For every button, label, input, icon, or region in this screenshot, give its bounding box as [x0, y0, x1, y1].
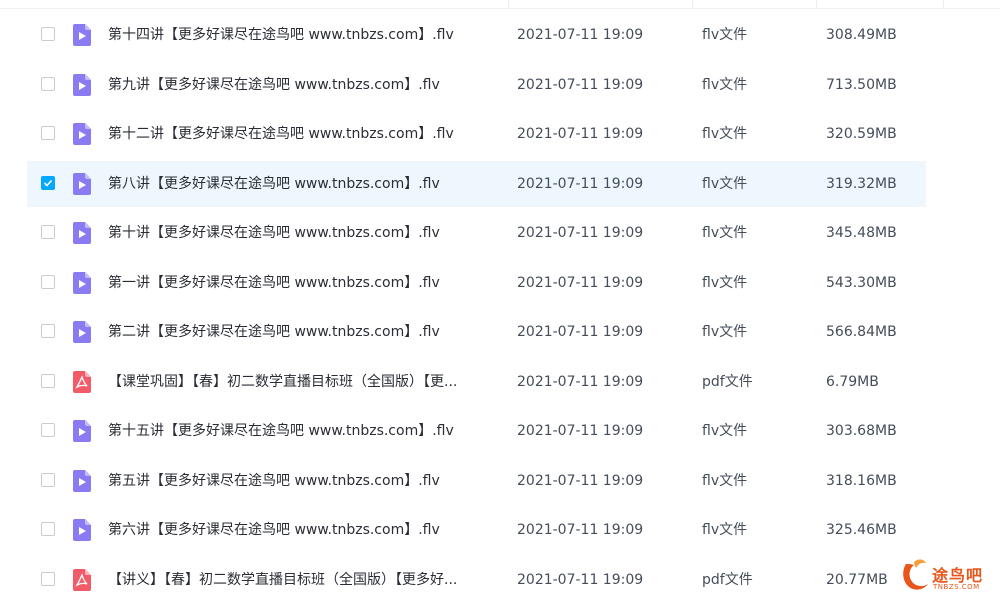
file-type: pdf文件 — [702, 373, 753, 390]
file-browser: 第十四讲【更多好课尽在途鸟吧 www.tnbzs.com】.flv 2021-07… — [0, 0, 1000, 599]
file-type: flv文件 — [702, 472, 748, 489]
file-row[interactable]: 第十讲【更多好课尽在途鸟吧 www.tnbzs.com】.flv 2021-07-… — [27, 210, 926, 256]
file-row[interactable]: 第九讲【更多好课尽在途鸟吧 www.tnbzs.com】.flv 2021-07-… — [27, 62, 926, 108]
file-size: 308.49MB — [826, 27, 897, 43]
file-name[interactable]: 【讲义】【春】初二数学直播目标班（全国版）【更多好... — [108, 557, 498, 599]
file-size: 713.50MB — [826, 76, 897, 93]
bird-logo-icon — [903, 559, 928, 590]
file-row[interactable]: 【讲义】【春】初二数学直播目标班（全国版）【更多好... 2021-07-11 1… — [27, 557, 926, 599]
file-name[interactable]: 第六讲【更多好课尽在途鸟吧 www.tnbzs.com】.flv — [108, 507, 498, 553]
video-file-icon — [73, 24, 91, 46]
row-checkbox[interactable] — [41, 423, 55, 437]
file-date: 2021-07-11 19:09 — [517, 423, 644, 439]
file-type: flv文件 — [702, 225, 748, 241]
row-checkbox[interactable] — [41, 472, 55, 487]
file-row[interactable]: 第十二讲【更多好课尽在途鸟吧 www.tnbzs.com】.flv 2021-07… — [27, 111, 926, 157]
file-row[interactable]: 第十五讲【更多好课尽在途鸟吧 www.tnbzs.com】.flv 2021-07… — [27, 408, 926, 454]
file-type: flv文件 — [702, 423, 748, 439]
file-size: 6.79MB — [826, 373, 879, 390]
file-type: flv文件 — [702, 324, 748, 340]
file-date: 2021-07-11 19:09 — [517, 225, 644, 241]
file-size: 320.59MB — [826, 126, 897, 142]
file-row[interactable]: 第八讲【更多好课尽在途鸟吧 www.tnbzs.com】.flv 2021-07-… — [27, 160, 926, 207]
watermark-logo: 途鸟吧 TNBZS.COM — [900, 556, 998, 598]
row-checkbox[interactable] — [41, 522, 55, 536]
video-file-icon — [73, 469, 91, 492]
row-checkbox[interactable] — [41, 76, 55, 91]
file-row[interactable]: 第二讲【更多好课尽在途鸟吧 www.tnbzs.com】.flv 2021-07-… — [27, 309, 926, 355]
row-checkbox[interactable] — [41, 225, 55, 239]
file-date: 2021-07-11 19:09 — [517, 522, 644, 538]
video-file-icon — [73, 172, 91, 195]
pdf-file-icon — [73, 568, 91, 591]
row-checkbox[interactable] — [41, 373, 55, 388]
row-checkbox[interactable] — [41, 571, 55, 586]
file-date: 2021-07-11 19:09 — [517, 27, 644, 43]
file-type: flv文件 — [702, 522, 748, 538]
file-date: 2021-07-11 19:09 — [517, 274, 644, 291]
file-row[interactable]: 第五讲【更多好课尽在途鸟吧 www.tnbzs.com】.flv 2021-07-… — [27, 458, 926, 504]
file-date: 2021-07-11 19:09 — [517, 76, 644, 93]
video-file-icon — [73, 420, 91, 442]
file-date: 2021-07-11 19:09 — [517, 472, 644, 489]
file-type: flv文件 — [702, 76, 748, 93]
video-file-icon — [73, 73, 91, 96]
video-file-icon — [73, 123, 91, 145]
file-type: flv文件 — [702, 126, 748, 142]
file-size: 566.84MB — [826, 324, 897, 340]
file-date: 2021-07-11 19:09 — [517, 571, 644, 588]
file-name[interactable]: 【课堂巩固】【春】初二数学直播目标班（全国版）【更... — [108, 359, 498, 405]
row-checkbox[interactable] — [41, 274, 55, 289]
file-size: 325.46MB — [826, 522, 897, 538]
file-name[interactable]: 第二讲【更多好课尽在途鸟吧 www.tnbzs.com】.flv — [108, 309, 498, 355]
column-divider[interactable] — [816, 0, 817, 8]
video-file-icon — [73, 321, 91, 343]
file-row[interactable]: 第六讲【更多好课尽在途鸟吧 www.tnbzs.com】.flv 2021-07-… — [27, 507, 926, 553]
file-size: 303.68MB — [826, 423, 897, 439]
file-date: 2021-07-11 19:09 — [517, 126, 644, 142]
file-name[interactable]: 第五讲【更多好课尽在途鸟吧 www.tnbzs.com】.flv — [108, 458, 498, 504]
video-file-icon — [73, 222, 91, 244]
file-date: 2021-07-11 19:09 — [517, 373, 644, 390]
file-size: 543.30MB — [826, 274, 897, 291]
column-divider[interactable] — [508, 0, 509, 8]
pdf-file-icon — [73, 370, 91, 393]
file-name[interactable]: 第九讲【更多好课尽在途鸟吧 www.tnbzs.com】.flv — [108, 62, 498, 108]
file-date: 2021-07-11 19:09 — [517, 324, 644, 340]
file-name[interactable]: 第十四讲【更多好课尽在途鸟吧 www.tnbzs.com】.flv — [108, 12, 498, 58]
file-name[interactable]: 第十五讲【更多好课尽在途鸟吧 www.tnbzs.com】.flv — [108, 408, 498, 454]
file-size: 345.48MB — [826, 225, 897, 241]
file-name[interactable]: 第八讲【更多好课尽在途鸟吧 www.tnbzs.com】.flv — [108, 161, 498, 207]
file-row[interactable]: 第十四讲【更多好课尽在途鸟吧 www.tnbzs.com】.flv 2021-07… — [27, 12, 926, 58]
file-size: 318.16MB — [826, 472, 897, 489]
file-name[interactable]: 第十二讲【更多好课尽在途鸟吧 www.tnbzs.com】.flv — [108, 111, 498, 157]
file-date: 2021-07-11 19:09 — [517, 175, 644, 192]
file-name[interactable]: 第十讲【更多好课尽在途鸟吧 www.tnbzs.com】.flv — [108, 210, 498, 256]
row-checkbox[interactable] — [41, 126, 55, 140]
column-divider[interactable] — [943, 0, 944, 8]
row-checkbox[interactable] — [41, 175, 55, 190]
file-size: 319.32MB — [826, 175, 897, 192]
file-type: flv文件 — [702, 274, 748, 291]
video-file-icon — [73, 271, 91, 294]
file-type: flv文件 — [702, 27, 748, 43]
file-type: pdf文件 — [702, 571, 753, 588]
file-row[interactable]: 【课堂巩固】【春】初二数学直播目标班（全国版）【更... 2021-07-11 1… — [27, 359, 926, 405]
watermark-subtext: TNBZS.COM — [933, 583, 980, 591]
file-type: flv文件 — [702, 175, 748, 192]
row-checkbox[interactable] — [41, 27, 55, 41]
row-checkbox[interactable] — [41, 324, 55, 338]
file-name[interactable]: 第一讲【更多好课尽在途鸟吧 www.tnbzs.com】.flv — [108, 260, 498, 306]
column-divider[interactable] — [692, 0, 693, 8]
column-header — [0, 0, 1000, 9]
video-file-icon — [73, 519, 91, 541]
file-row[interactable]: 第一讲【更多好课尽在途鸟吧 www.tnbzs.com】.flv 2021-07-… — [27, 260, 926, 306]
